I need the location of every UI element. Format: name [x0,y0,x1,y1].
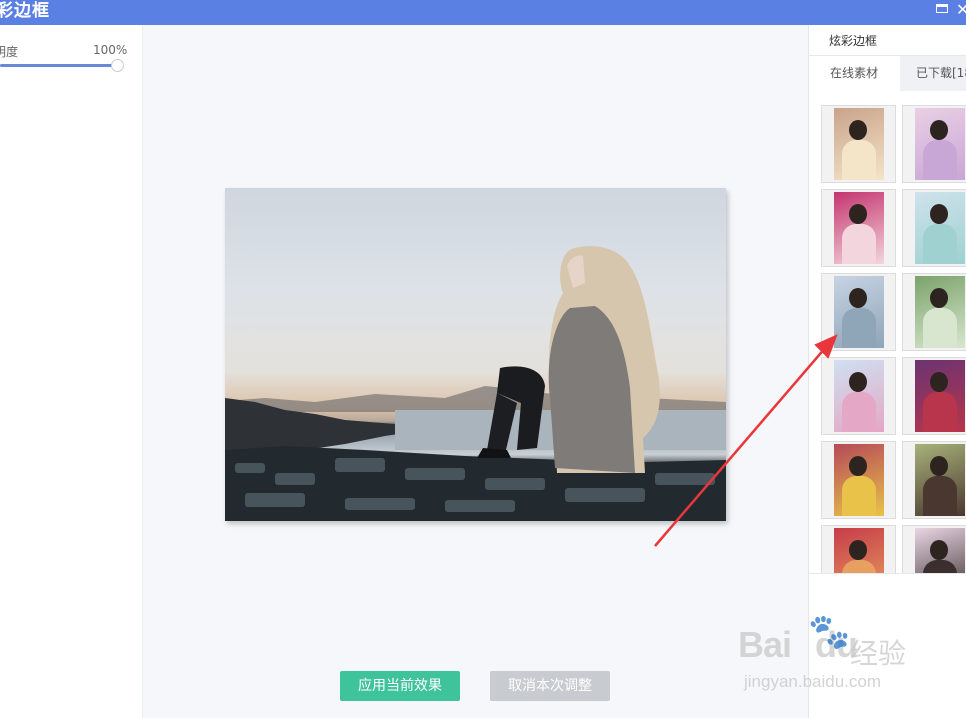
thumbnail-figure-head [930,372,948,392]
close-icon: ✕ [956,0,966,19]
thumbnail-image [915,108,965,180]
thumbnail-figure-head [849,288,867,308]
frame-thumbnail[interactable] [902,105,966,183]
frame-thumbnail[interactable] [821,105,896,183]
left-panel: 明度 100% [0,25,143,718]
panel-title: 炫彩边框 [829,34,878,48]
thumbnail-image [915,444,965,516]
thumbnail-figure-body [923,392,957,432]
thumbnail-figure-head [930,540,948,560]
window-title: 彩边框 [0,1,50,21]
close-button[interactable]: ✕ [956,0,966,25]
thumbnail-image [834,108,884,180]
watermark-url: jingyan.baidu.com [744,672,882,691]
thumbnail-figure-head [930,120,948,140]
frame-thumbnail[interactable] [902,525,966,573]
thumbnail-figure-head [849,204,867,224]
thumbnail-figure-body [923,560,957,573]
tab-downloaded[interactable]: 已下载[18 [916,56,966,92]
maximize-button[interactable] [934,0,950,25]
thumbnail-figure-body [923,476,957,516]
thumbnail-figure-head [849,120,867,140]
thumbnail-figure-head [849,456,867,476]
apply-effect-button[interactable]: 应用当前效果 [340,671,460,701]
frame-thumbnail[interactable] [902,357,966,435]
thumbnail-figure-body [842,140,876,180]
frame-thumbnail[interactable] [902,273,966,351]
thumbnail-image [915,192,965,264]
watermark-sub: 经验 [850,637,907,670]
material-tabs: 在线素材 已下载[18 [809,55,966,92]
thumbnail-figure-head [930,288,948,308]
frame-thumbnail[interactable] [902,189,966,267]
brightness-slider-fill [0,64,116,67]
frame-thumbnail[interactable] [902,441,966,519]
slider-value: 100% [93,43,128,57]
thumbnail-figure-body [923,308,957,348]
frame-thumbnail[interactable] [821,189,896,267]
thumbnail-image [915,360,965,432]
thumbnail-figure-head [930,204,948,224]
thumbnail-figure-head [849,372,867,392]
thumbnail-figure-head [849,540,867,560]
brightness-slider-track[interactable] [0,64,116,67]
thumbnail-figure-body [842,560,876,573]
annotation-arrow [654,334,838,547]
thumbnail-image [915,276,965,348]
thumbnail-figure-head [930,456,948,476]
thumbnail-figure-body [923,140,957,180]
title-bar: 彩边框 ✕ [0,0,966,25]
thumbnail-image [915,528,965,573]
baidu-watermark: Bai du 🐾 经验 jingyan.baidu.com [738,612,938,702]
thumbnail-figure-body [842,224,876,264]
tab-online-material[interactable]: 在线素材 [809,56,900,92]
slider-label: 明度 [0,45,19,59]
cancel-adjustment-button[interactable]: 取消本次调整 [490,671,610,701]
thumbnail-image [834,192,884,264]
maximize-icon [936,4,948,13]
paw-icon: 🐾 [808,612,851,652]
thumbnail-figure-body [923,224,957,264]
brightness-slider-thumb[interactable] [111,59,124,72]
